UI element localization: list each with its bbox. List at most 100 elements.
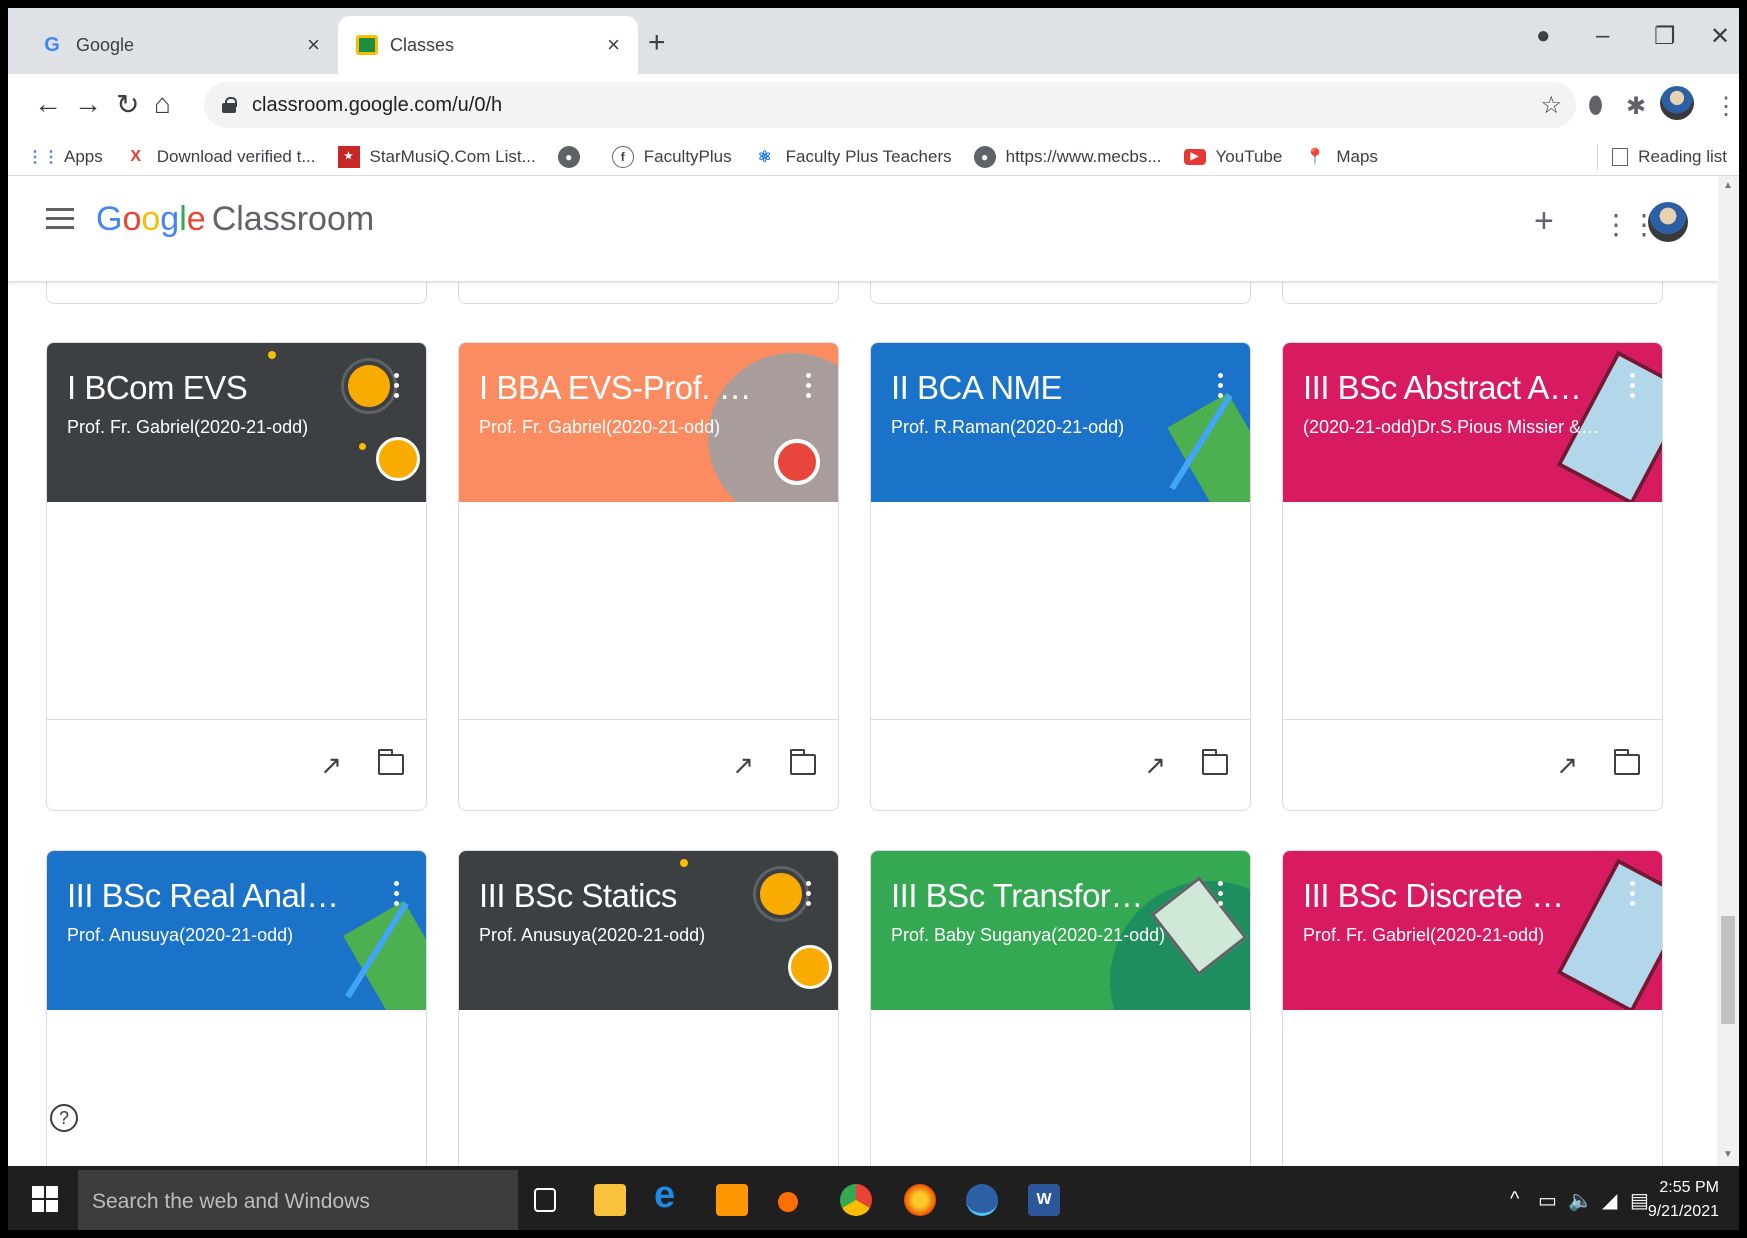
file-explorer-icon[interactable] [594, 1184, 626, 1216]
class-title[interactable]: III BSc Statics [479, 877, 758, 915]
class-card[interactable]: I BCom EVS Prof. Fr. Gabriel(2020-21-odd… [46, 342, 427, 811]
trending-up-icon[interactable]: ↗ [320, 750, 342, 781]
minimize-icon[interactable]: – [1596, 22, 1609, 50]
more-options-icon[interactable] [806, 881, 812, 909]
folder-icon[interactable] [378, 749, 404, 775]
taskbar-search-box[interactable]: Search the web and Windows [78, 1170, 518, 1230]
close-tab-icon[interactable]: × [607, 32, 620, 58]
trending-up-icon[interactable]: ↗ [732, 750, 754, 781]
folder-icon[interactable] [790, 749, 816, 775]
bookmark-label: StarMusiQ.Com List... [369, 146, 536, 166]
new-tab-icon[interactable]: + [648, 26, 666, 60]
network-icon[interactable]: ◢ [1602, 1188, 1617, 1213]
more-options-icon[interactable] [1630, 881, 1636, 909]
forward-arrow-icon[interactable]: → [74, 88, 102, 120]
class-title[interactable]: II BCA NME [891, 369, 1170, 407]
bookmark-apps[interactable]: ⋮⋮ Apps [27, 146, 103, 168]
more-options-icon[interactable] [1630, 373, 1636, 401]
bookmark-label: Faculty Plus Teachers [785, 146, 952, 166]
chrome-icon[interactable] [840, 1184, 872, 1216]
task-view-icon[interactable] [534, 1188, 556, 1212]
puzzle-extensions-icon[interactable]: ✱ [1626, 92, 1646, 121]
class-card[interactable]: III BSc Transforms an... Prof. Baby Suga… [870, 850, 1251, 1166]
more-options-icon[interactable] [1218, 373, 1224, 401]
class-card[interactable]: III BSc Discrete Math... Prof. Fr. Gabri… [1282, 850, 1663, 1166]
firefox-icon[interactable] [904, 1184, 936, 1216]
bookmark-faculty-plus-teachers[interactable]: ⚛ Faculty Plus Teachers [754, 146, 952, 168]
class-title[interactable]: III BSc Transforms an... [891, 877, 1170, 915]
class-card[interactable]: III BSc Real Analysis-2... Prof. Anusuya… [46, 850, 427, 1166]
class-banner[interactable]: III BSc Real Analysis-2... Prof. Anusuya… [47, 851, 426, 1010]
bookmark-globe[interactable]: ● [557, 145, 590, 168]
more-options-icon[interactable] [394, 881, 400, 909]
word-icon[interactable]: W [1028, 1184, 1060, 1216]
account-avatar[interactable] [1648, 202, 1688, 242]
reload-icon[interactable]: ↻ [116, 88, 139, 121]
volume-icon[interactable]: 🔈 [1568, 1188, 1593, 1213]
more-options-icon[interactable] [806, 373, 812, 401]
chrome-profile-icon[interactable] [966, 1184, 998, 1216]
reading-list-button[interactable]: Reading list [1597, 144, 1727, 170]
edge-icon[interactable]: e [654, 1174, 686, 1216]
uc-browser-icon[interactable] [716, 1184, 748, 1216]
class-banner[interactable]: I BCom EVS Prof. Fr. Gabriel(2020-21-odd… [47, 343, 426, 502]
bookmark-facultyplus[interactable]: f FacultyPlus [611, 145, 732, 168]
help-icon[interactable]: ? [50, 1104, 78, 1132]
trending-up-icon[interactable]: ↗ [1556, 750, 1578, 781]
bookmark-starmusiq[interactable]: ★ StarMusiQ.Com List... [337, 145, 536, 168]
class-title[interactable]: I BCom EVS [67, 369, 346, 407]
scrollbar-thumb[interactable] [1721, 916, 1735, 1024]
scroll-up-icon[interactable]: ▲ [1723, 180, 1733, 191]
class-banner[interactable]: III BSc Statics Prof. Anusuya(2020-21-od… [459, 851, 838, 1010]
globe-icon: ● [973, 145, 996, 168]
tab-classes[interactable]: Classes × [338, 16, 638, 74]
scroll-down-icon[interactable]: ▼ [1723, 1149, 1733, 1160]
extension-icon[interactable]: ⬮ [1588, 92, 1603, 120]
browser-window: G Google × Classes × + ● – ❐ ✕ ← → ↻ ⌂ c… [0, 0, 1747, 1238]
profile-avatar[interactable] [1660, 86, 1694, 120]
battery-icon[interactable]: ▭ [1538, 1188, 1557, 1213]
back-arrow-icon[interactable]: ← [34, 88, 62, 120]
class-card[interactable]: II BCA NME Prof. R.Raman(2020-21-odd) ↗ [870, 342, 1251, 811]
class-card[interactable]: III BSc Abstract Algeb... (2020-21-odd)D… [1282, 342, 1663, 811]
class-title[interactable]: I BBA EVS-Prof. Fr. Ga... [479, 369, 758, 407]
create-join-class-icon[interactable]: + [1534, 202, 1554, 241]
more-options-icon[interactable] [1218, 881, 1224, 909]
folder-icon[interactable] [1202, 749, 1228, 775]
tray-chevron-icon[interactable]: ^ [1510, 1188, 1519, 1211]
bookmark-maps[interactable]: 📍 Maps [1304, 146, 1378, 168]
class-card[interactable]: III BSc Statics Prof. Anusuya(2020-21-od… [458, 850, 839, 1166]
vlc-icon[interactable] [778, 1192, 798, 1212]
restore-icon[interactable]: ❐ [1654, 22, 1676, 51]
home-icon[interactable]: ⌂ [154, 88, 171, 120]
bookmark-download-verified[interactable]: X Download verified t... [125, 146, 315, 168]
page-scrollbar[interactable]: ▲ ▼ [1717, 176, 1739, 1166]
class-title[interactable]: III BSc Real Analysis-2... [67, 877, 346, 915]
class-banner[interactable]: III BSc Abstract Algeb... (2020-21-odd)D… [1283, 343, 1662, 502]
class-banner[interactable]: I BBA EVS-Prof. Fr. Ga... Prof. Fr. Gabr… [459, 343, 838, 502]
more-options-icon[interactable] [394, 373, 400, 401]
tab-google[interactable]: G Google × [22, 16, 338, 74]
class-card[interactable]: I BBA EVS-Prof. Fr. Ga... Prof. Fr. Gabr… [458, 342, 839, 811]
close-tab-icon[interactable]: × [307, 32, 320, 58]
folder-icon[interactable] [1614, 749, 1640, 775]
class-banner[interactable]: III BSc Discrete Math... Prof. Fr. Gabri… [1283, 851, 1662, 1010]
class-banner[interactable]: II BCA NME Prof. R.Raman(2020-21-odd) [871, 343, 1250, 502]
class-title[interactable]: III BSc Abstract Algeb... [1303, 369, 1582, 407]
chrome-menu-icon[interactable]: ⋮ [1714, 92, 1738, 121]
google-classroom-logo[interactable]: Google Classroom [96, 200, 374, 239]
bookmark-star-icon[interactable]: ☆ [1540, 91, 1562, 120]
bookmark-youtube[interactable]: ▶ YouTube [1183, 147, 1282, 167]
clock[interactable]: 2:55 PM 9/21/2021 [1648, 1176, 1719, 1224]
profile-indicator-icon[interactable]: ● [1536, 22, 1551, 50]
close-window-icon[interactable]: ✕ [1710, 22, 1730, 51]
main-menu-icon[interactable] [46, 208, 74, 230]
class-section: Prof. Fr. Gabriel(2020-21-odd) [479, 417, 721, 437]
class-banner[interactable]: III BSc Transforms an... Prof. Baby Suga… [871, 851, 1250, 1010]
notifications-icon[interactable]: ▤ [1630, 1188, 1649, 1213]
trending-up-icon[interactable]: ↗ [1144, 750, 1166, 781]
class-title[interactable]: III BSc Discrete Math... [1303, 877, 1582, 915]
windows-start-icon[interactable] [32, 1186, 58, 1212]
bookmark-mecbs[interactable]: ● https://www.mecbs... [973, 145, 1162, 168]
address-bar[interactable]: classroom.google.com/u/0/h ☆ [204, 82, 1576, 128]
